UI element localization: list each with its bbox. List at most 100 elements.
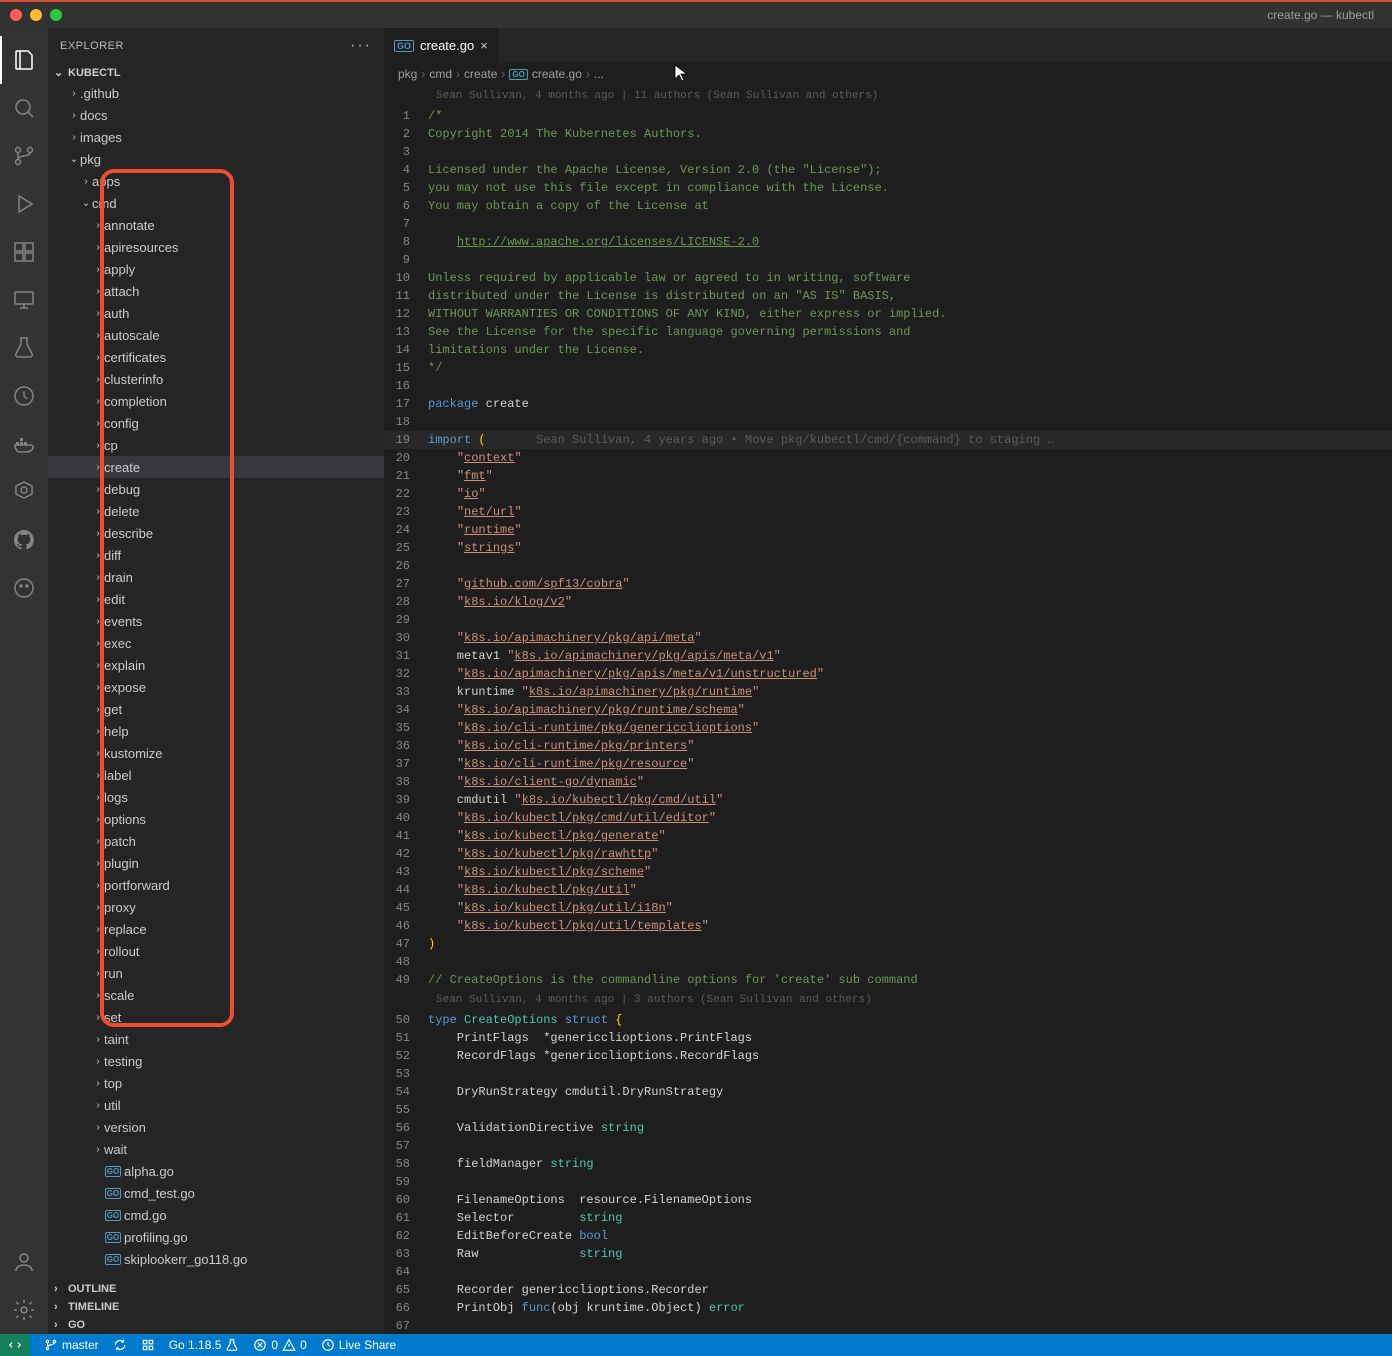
code-line[interactable]: 38 "k8s.io/client-go/dynamic"	[384, 773, 1392, 791]
search-icon[interactable]	[0, 84, 48, 132]
code-line[interactable]: 34 "k8s.io/apimachinery/pkg/runtime/sche…	[384, 701, 1392, 719]
remote-explorer-icon[interactable]	[0, 276, 48, 324]
tree-item-docs[interactable]: ›docs	[48, 104, 384, 126]
code-line[interactable]: 36 "k8s.io/cli-runtime/pkg/printers"	[384, 737, 1392, 755]
code-line[interactable]: 51 PrintFlags *genericclioptions.PrintFl…	[384, 1029, 1392, 1047]
code-line[interactable]: 50type CreateOptions struct {	[384, 1011, 1392, 1029]
tree-item-version[interactable]: ›version	[48, 1116, 384, 1138]
tree-item-testing[interactable]: ›testing	[48, 1050, 384, 1072]
code-line[interactable]: 4Licensed under the Apache License, Vers…	[384, 161, 1392, 179]
code-line[interactable]: 61 Selector string	[384, 1209, 1392, 1227]
tree-item-edit[interactable]: ›edit	[48, 588, 384, 610]
tree-item-delete[interactable]: ›delete	[48, 500, 384, 522]
tree-item-proxy[interactable]: ›proxy	[48, 896, 384, 918]
code-line[interactable]: 57	[384, 1137, 1392, 1155]
code-line[interactable]: 39 cmdutil "k8s.io/kubectl/pkg/cmd/util"	[384, 791, 1392, 809]
code-line[interactable]: 48	[384, 953, 1392, 971]
code-line[interactable]: 62 EditBeforeCreate bool	[384, 1227, 1392, 1245]
code-line[interactable]: 2Copyright 2014 The Kubernetes Authors.	[384, 125, 1392, 143]
go-version[interactable]: Go 1.18.5	[169, 1338, 240, 1352]
code-line[interactable]: 60 FilenameOptions resource.FilenameOpti…	[384, 1191, 1392, 1209]
code-line[interactable]: 54 DryRunStrategy cmdutil.DryRunStrategy	[384, 1083, 1392, 1101]
tree-item-top[interactable]: ›top	[48, 1072, 384, 1094]
golang-section-header[interactable]: › GO	[48, 1316, 384, 1334]
git-branch[interactable]: master	[44, 1338, 99, 1352]
tree-item-images[interactable]: ›images	[48, 126, 384, 148]
tree-item-alpha-go[interactable]: GOalpha.go	[48, 1160, 384, 1182]
tree-item-apiresources[interactable]: ›apiresources	[48, 236, 384, 258]
code-line[interactable]: 27 "github.com/spf13/cobra"	[384, 575, 1392, 593]
code-line[interactable]: 31 metav1 "k8s.io/apimachinery/pkg/apis/…	[384, 647, 1392, 665]
tree-item-taint[interactable]: ›taint	[48, 1028, 384, 1050]
code-line[interactable]: 64	[384, 1263, 1392, 1281]
code-line[interactable]: 6You may obtain a copy of the License at	[384, 197, 1392, 215]
code-line[interactable]: 16	[384, 377, 1392, 395]
tree-item-patch[interactable]: ›patch	[48, 830, 384, 852]
code-line[interactable]: 45 "k8s.io/kubectl/pkg/util/i18n"	[384, 899, 1392, 917]
code-line[interactable]: 46 "k8s.io/kubectl/pkg/util/templates"	[384, 917, 1392, 935]
code-line[interactable]: 7	[384, 215, 1392, 233]
code-line[interactable]: 22 "io"	[384, 485, 1392, 503]
code-line[interactable]: 67	[384, 1317, 1392, 1334]
code-line[interactable]: 12WITHOUT WARRANTIES OR CONDITIONS OF AN…	[384, 305, 1392, 323]
code-line[interactable]: 66 PrintObj func(obj kruntime.Object) er…	[384, 1299, 1392, 1317]
tree-item-cp[interactable]: ›cp	[48, 434, 384, 456]
close-tab-icon[interactable]: ×	[480, 38, 488, 53]
tree-item-debug[interactable]: ›debug	[48, 478, 384, 500]
timeline-section-header[interactable]: › TIMELINE	[48, 1298, 384, 1316]
tab-create-go[interactable]: GO create.go ×	[384, 28, 498, 63]
extensions-icon[interactable]	[0, 228, 48, 276]
code-line[interactable]: 35 "k8s.io/cli-runtime/pkg/genericcliopt…	[384, 719, 1392, 737]
project-section-header[interactable]: ⌄ KUBECTL	[48, 63, 384, 82]
testing-icon[interactable]	[0, 324, 48, 372]
code-line[interactable]: 55	[384, 1101, 1392, 1119]
tree-item-config[interactable]: ›config	[48, 412, 384, 434]
tree-item-cmd-go[interactable]: GOcmd.go	[48, 1204, 384, 1226]
sidebar-more-icon[interactable]: ···	[350, 37, 372, 55]
code-line[interactable]: 41 "k8s.io/kubectl/pkg/generate"	[384, 827, 1392, 845]
code-line[interactable]: 43 "k8s.io/kubectl/pkg/scheme"	[384, 863, 1392, 881]
code-line[interactable]: 28 "k8s.io/klog/v2"	[384, 593, 1392, 611]
breadcrumb[interactable]: pkg› cmd› create› GO create.go› ...	[384, 63, 1392, 85]
tree-item-autoscale[interactable]: ›autoscale	[48, 324, 384, 346]
code-line[interactable]: 58 fieldManager string	[384, 1155, 1392, 1173]
code-line[interactable]: 21 "fmt"	[384, 467, 1392, 485]
code-line[interactable]: 49// CreateOptions is the commandline op…	[384, 971, 1392, 989]
code-line[interactable]: 44 "k8s.io/kubectl/pkg/util"	[384, 881, 1392, 899]
code-line[interactable]: 32 "k8s.io/apimachinery/pkg/apis/meta/v1…	[384, 665, 1392, 683]
tree-item-run[interactable]: ›run	[48, 962, 384, 984]
file-tree[interactable]: ›.github›docs›images⌄pkg›apps⌄cmd›annota…	[48, 82, 384, 1280]
code-line[interactable]: 5you may not use this file except in com…	[384, 179, 1392, 197]
tree-item-events[interactable]: ›events	[48, 610, 384, 632]
code-line[interactable]: 23 "net/url"	[384, 503, 1392, 521]
code-line[interactable]: 53	[384, 1065, 1392, 1083]
kubernetes-icon[interactable]	[0, 468, 48, 516]
tree-item-annotate[interactable]: ›annotate	[48, 214, 384, 236]
code-line[interactable]: 17package create	[384, 395, 1392, 413]
code-line[interactable]: 18	[384, 413, 1392, 431]
tree-item-certificates[interactable]: ›certificates	[48, 346, 384, 368]
code-editor[interactable]: Sean Sullivan, 4 months ago | 11 authors…	[384, 85, 1392, 1334]
tree-item-label[interactable]: ›label	[48, 764, 384, 786]
code-line[interactable]: 47)	[384, 935, 1392, 953]
go-tools-icon[interactable]	[141, 1338, 155, 1352]
code-line[interactable]: 11distributed under the License is distr…	[384, 287, 1392, 305]
tree-item-apply[interactable]: ›apply	[48, 258, 384, 280]
tree-item-skiplookerr-go118-go[interactable]: GOskiplookerr_go118.go	[48, 1248, 384, 1270]
code-line[interactable]: 59	[384, 1173, 1392, 1191]
code-line[interactable]: 24 "runtime"	[384, 521, 1392, 539]
remote-indicator[interactable]	[0, 1334, 30, 1356]
tree-item-create[interactable]: ›create	[48, 456, 384, 478]
code-line[interactable]: 15*/	[384, 359, 1392, 377]
tree-item-set[interactable]: ›set	[48, 1006, 384, 1028]
gitlens-authors[interactable]: Sean Sullivan, 4 months ago | 3 authors …	[384, 989, 1392, 1011]
cloud-icon[interactable]	[0, 372, 48, 420]
tree-item-help[interactable]: ›help	[48, 720, 384, 742]
gitlens-authors[interactable]: Sean Sullivan, 4 months ago | 11 authors…	[384, 85, 1392, 107]
tree-item-logs[interactable]: ›logs	[48, 786, 384, 808]
tree-item-util[interactable]: ›util	[48, 1094, 384, 1116]
tree-item-apps[interactable]: ›apps	[48, 170, 384, 192]
accounts-icon[interactable]	[0, 1238, 48, 1286]
tree-item-plugin[interactable]: ›plugin	[48, 852, 384, 874]
code-line[interactable]: 13See the License for the specific langu…	[384, 323, 1392, 341]
